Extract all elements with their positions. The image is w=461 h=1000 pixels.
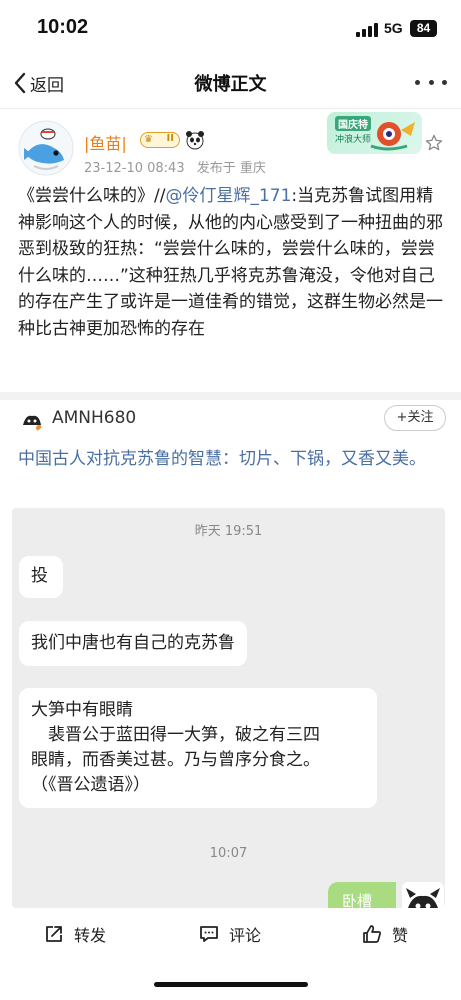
repost-label: 转发 bbox=[74, 926, 107, 945]
comment-icon bbox=[200, 926, 218, 942]
repost-button[interactable]: 转发 bbox=[44, 922, 106, 946]
dot-icon bbox=[428, 79, 434, 85]
status-time: 10:02 bbox=[37, 16, 89, 38]
divider bbox=[0, 108, 461, 109]
vip-badge: ♛ II bbox=[140, 132, 180, 148]
section-separator bbox=[0, 392, 461, 400]
chat-timestamp: 10:07 bbox=[209, 846, 248, 861]
vip-level: II bbox=[166, 133, 174, 144]
creature-avatar-icon bbox=[406, 888, 440, 908]
more-options-button[interactable] bbox=[415, 70, 447, 94]
mention-link[interactable]: @伶仃星辉_171 bbox=[165, 186, 291, 206]
chat-bubble: 我们中唐也有自己的克苏鲁 bbox=[19, 621, 247, 666]
creature-avatar-icon bbox=[23, 415, 42, 431]
chat-message: 大笋中有眼睛 bbox=[31, 700, 133, 720]
favorite-star-icon[interactable] bbox=[425, 134, 443, 152]
thumbs-up-icon bbox=[363, 925, 381, 943]
post-source: 发布于 重庆 bbox=[196, 161, 266, 176]
chat-bubble: 投 bbox=[19, 556, 63, 598]
chat-message: （《晋公遗语》） bbox=[31, 775, 150, 795]
festival-decoration-icon: 国庆特 冲浪大师 bbox=[327, 112, 422, 154]
crown-icon: ♛ bbox=[144, 134, 153, 145]
panda-icon bbox=[186, 131, 204, 150]
nav-bar: 返回 微博正文 bbox=[0, 58, 461, 108]
status-bar: 10:02 5G 84 bbox=[0, 0, 461, 58]
dot-icon bbox=[442, 79, 447, 85]
commenter-name[interactable]: AMNH680 bbox=[52, 408, 136, 428]
chat-avatar bbox=[402, 882, 444, 908]
chat-message: 眼睛，而香美过甚。乃与曾序分食之。 bbox=[31, 750, 320, 770]
page: 10:02 5G 84 返回 微博正文 |鱼苗| ♛ II 23-12-10 0… bbox=[0, 0, 461, 1000]
fish-avatar-icon bbox=[18, 120, 74, 176]
network-label: 5G bbox=[384, 20, 403, 36]
signal-icon bbox=[356, 23, 378, 37]
chat-screenshot[interactable]: 昨天 19:51 投 我们中唐也有自己的克苏鲁 大笋中有眼睛 裴晋公于蓝田得一大… bbox=[12, 508, 445, 908]
post-body-text: :当克苏鲁试图用精神影响这个人的时候，从他的内心感受到了一种扭曲的邪恶到极致的狂… bbox=[18, 186, 443, 339]
repost-icon bbox=[46, 926, 62, 942]
comment-button[interactable]: 评论 bbox=[199, 922, 261, 946]
chat-bubble-self: 卧槽 bbox=[328, 882, 396, 908]
page-title: 微博正文 bbox=[194, 74, 267, 95]
chat-message: 投 bbox=[31, 566, 48, 586]
commenter-avatar[interactable] bbox=[20, 408, 44, 432]
like-label: 赞 bbox=[392, 926, 409, 945]
post-body: 《尝尝什么味的》//@伶仃星辉_171:当克苏鲁试图用精神影响这个人的时候，从他… bbox=[18, 183, 446, 342]
chat-message: 裴晋公于蓝田得一大笋，破之有三四 bbox=[31, 725, 320, 745]
chat-bubble: 大笋中有眼睛 裴晋公于蓝田得一大笋，破之有三四 眼睛，而香美过甚。乃与曾序分食之… bbox=[19, 688, 377, 808]
battery-icon: 84 bbox=[410, 20, 437, 37]
post-title-text: 《尝尝什么味的》// bbox=[18, 186, 166, 206]
author-name[interactable]: |鱼苗| bbox=[84, 130, 127, 154]
decoration-graphic bbox=[370, 122, 415, 151]
chat-message: 我们中唐也有自己的克苏鲁 bbox=[31, 633, 235, 653]
post-meta: 23-12-10 08:43 发布于 重庆 bbox=[84, 157, 266, 176]
chat-timestamp: 昨天 19:51 bbox=[194, 524, 263, 539]
author-avatar[interactable] bbox=[18, 120, 74, 176]
like-button[interactable]: 赞 bbox=[362, 922, 408, 946]
post-date: 23-12-10 08:43 bbox=[84, 161, 185, 176]
comment-text: 中国古人对抗克苏鲁的智慧：切片、下锅，又香又美。 bbox=[18, 449, 426, 469]
dot-icon bbox=[415, 79, 420, 85]
follow-button[interactable]: +关注 bbox=[384, 405, 446, 431]
chat-message: 卧槽 bbox=[342, 892, 373, 908]
home-indicator bbox=[154, 982, 308, 987]
comment-label: 评论 bbox=[229, 926, 262, 945]
